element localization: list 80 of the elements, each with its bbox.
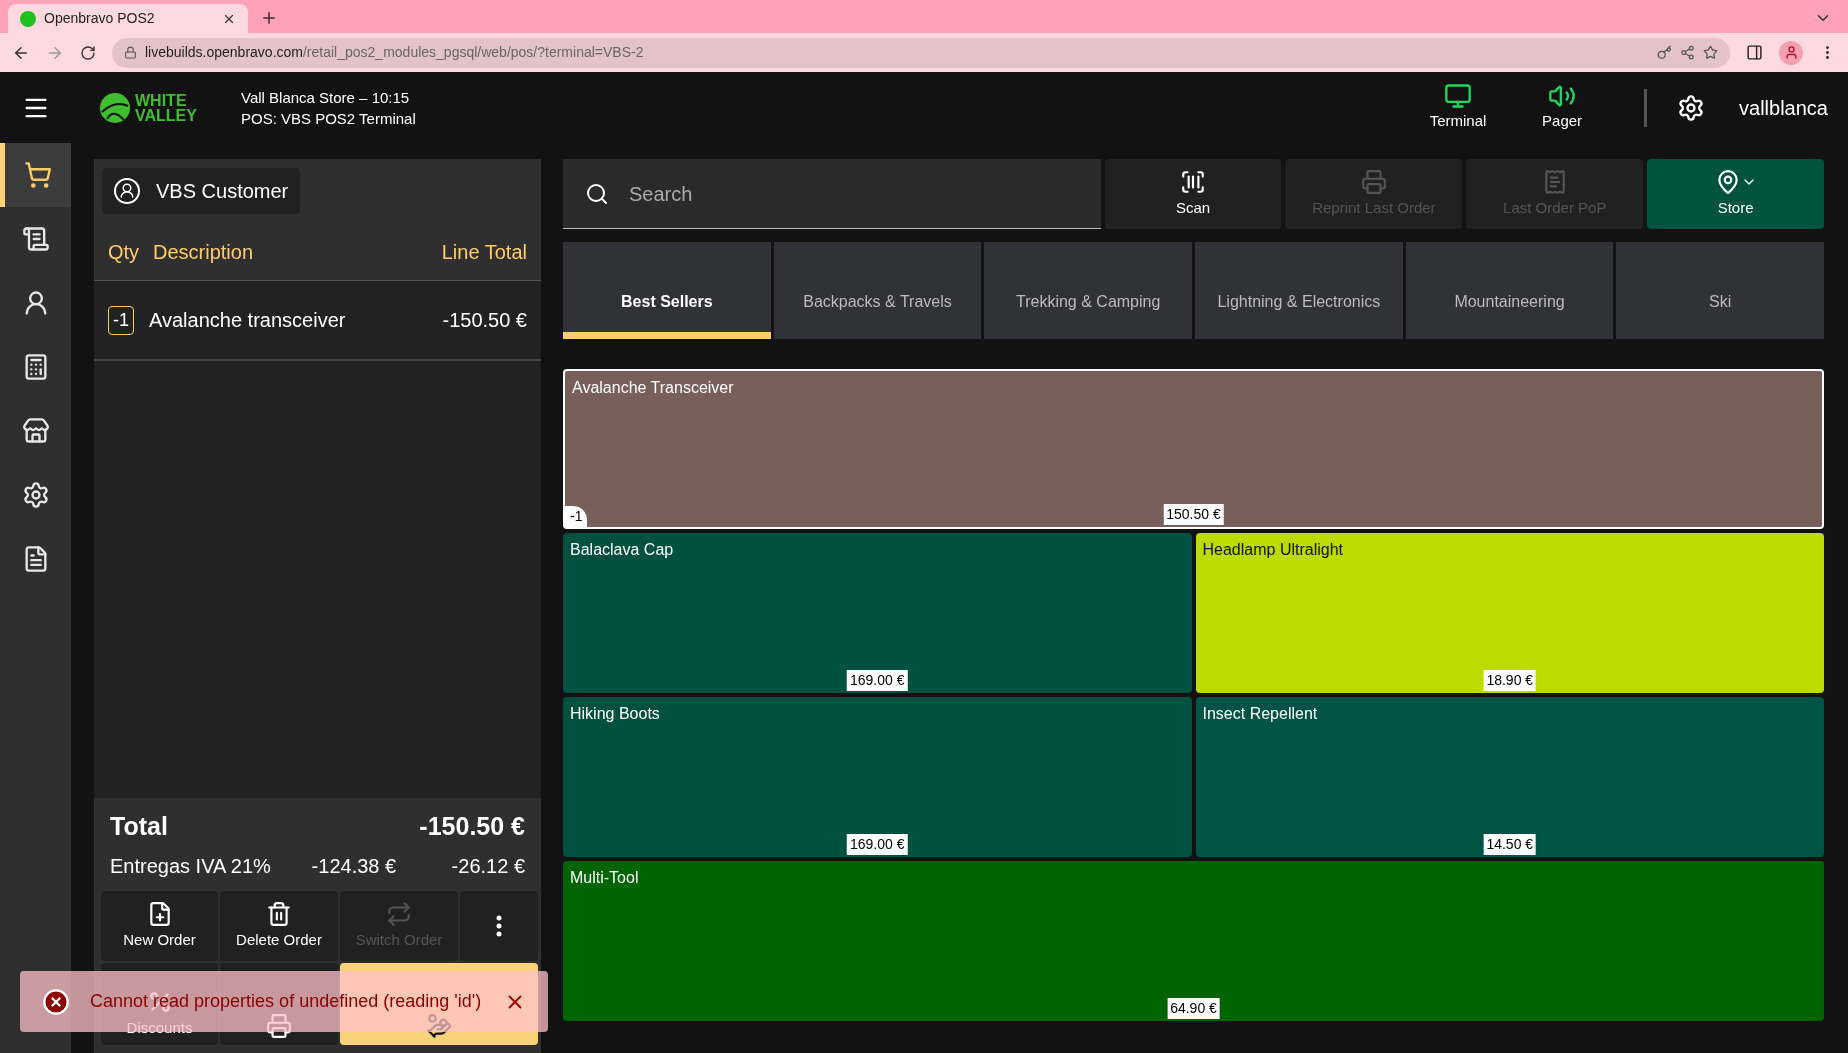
order-line[interactable]: -1 Avalanche transceiver -150.50 € [94, 281, 541, 361]
trash-icon [266, 900, 292, 927]
column-header: Line Total [441, 239, 527, 265]
profile-icon[interactable] [1779, 40, 1803, 65]
qty-badge: -1 [108, 305, 134, 335]
tax-amount: -26.12 € [451, 854, 525, 879]
settings-icon [21, 481, 50, 509]
product-tile[interactable]: Insect Repellent 14.50 € [1195, 697, 1824, 857]
product-name: Balaclava Cap [570, 540, 674, 560]
lock-icon [124, 46, 137, 59]
product-price: 150.50 € [1163, 504, 1224, 525]
total-label: Total [110, 810, 168, 842]
error-icon [42, 987, 70, 1016]
key-icon[interactable] [1657, 45, 1672, 60]
column-header: Description [153, 239, 255, 265]
side-panel-icon[interactable] [1746, 44, 1763, 61]
error-message: Cannot read properties of undefined (reading 'id') [90, 990, 483, 1013]
printer-icon [1360, 168, 1387, 195]
product-name: Multi-Tool [570, 868, 639, 888]
more-icon [496, 915, 502, 937]
cart-icon [24, 161, 52, 189]
switch-icon [386, 900, 412, 927]
product-price: 18.90 € [1483, 670, 1537, 691]
header-action-button[interactable]: Terminal [1406, 82, 1511, 133]
column-header: Qty [108, 239, 141, 265]
nav-item[interactable] [0, 143, 71, 207]
category-tab[interactable]: Best Sellers [563, 242, 771, 339]
product-name: Headlamp Ultralight [1202, 540, 1343, 560]
category-tab[interactable]: Lightning & Electronics [1195, 242, 1403, 339]
category-tab[interactable]: Mountaineering [1405, 242, 1614, 339]
tax-name: Entregas IVA 21% [110, 854, 272, 879]
product-name: Avalanche Transceiver [572, 378, 734, 398]
search-field[interactable]: Search [563, 159, 1101, 229]
address-bar[interactable]: livebuilds.openbravo.com/retail_pos2_modules_pgsql/web/pos/?terminal=VBS-2 [112, 37, 1730, 68]
tax-base: -124.38 € [311, 854, 398, 879]
line-total: -150.50 € [442, 308, 527, 333]
store-icon [21, 417, 50, 445]
username: vallblanca [1739, 95, 1828, 121]
store-time-text: Vall Blanca Store – 10:15 [241, 87, 411, 108]
product-name: Insect Repellent [1202, 704, 1318, 724]
reload-icon[interactable] [80, 44, 96, 61]
product-tile[interactable]: Avalanche Transceiver -1 150.50 € [563, 369, 1824, 529]
customer-button[interactable]: VBS Customer [102, 168, 301, 214]
logo-text: WHITE VALLEY [135, 92, 197, 123]
product-price: 14.50 € [1483, 834, 1537, 855]
logo-icon [99, 91, 131, 124]
site-icon [20, 10, 36, 27]
cart-quantity-badge: -1 [565, 506, 588, 527]
search-icon [585, 181, 609, 206]
product-tile[interactable]: Headlamp Ultralight 18.90 € [1195, 533, 1824, 693]
person-icon [114, 178, 140, 204]
terminal-text: POS: VBS POS2 Terminal [241, 108, 416, 129]
share-icon[interactable] [1680, 45, 1695, 60]
toolbar-button[interactable]: Store [1647, 159, 1825, 229]
product-tile[interactable]: Balaclava Cap 169.00 € [563, 533, 1192, 693]
category-tab[interactable]: Trekking & Camping [984, 242, 1192, 339]
line-description: Avalanche transceiver [149, 308, 347, 333]
search-input[interactable]: Search [629, 178, 1079, 209]
product-price: 169.00 € [847, 670, 908, 691]
toolbar-button[interactable]: Scan [1104, 159, 1282, 229]
header-action-button[interactable]: Pager [1510, 82, 1615, 133]
category-tab[interactable]: Ski [1616, 242, 1825, 339]
url-text: livebuilds.openbravo.com/retail_pos2_modules_pgsql/web/pos/?terminal=VBS-2 [145, 43, 645, 62]
receipt-icon [21, 225, 50, 253]
new-tab-icon[interactable] [260, 9, 278, 27]
category-tab[interactable]: Backpacks & Travels [773, 242, 982, 339]
product-price: 64.90 € [1167, 998, 1220, 1019]
order-action-button[interactable]: New Order [101, 891, 218, 961]
browser-tab[interactable]: Openbravo POS2 [8, 4, 248, 33]
barcode-scan-icon [1180, 168, 1206, 195]
tab-title: Openbravo POS2 [44, 9, 156, 28]
monitor-icon [1444, 82, 1473, 111]
product-tile[interactable]: Hiking Boots 169.00 € [563, 697, 1192, 857]
product-tile[interactable]: Multi-Tool 64.90 € [563, 861, 1824, 1021]
product-price: 169.00 € [847, 834, 908, 855]
settings-icon[interactable] [1677, 93, 1706, 122]
order-action-button[interactable]: Delete Order [220, 891, 338, 961]
bookmark-icon[interactable] [1703, 45, 1718, 60]
product-name: Hiking Boots [570, 704, 660, 724]
total-amount: -150.50 € [419, 810, 525, 842]
